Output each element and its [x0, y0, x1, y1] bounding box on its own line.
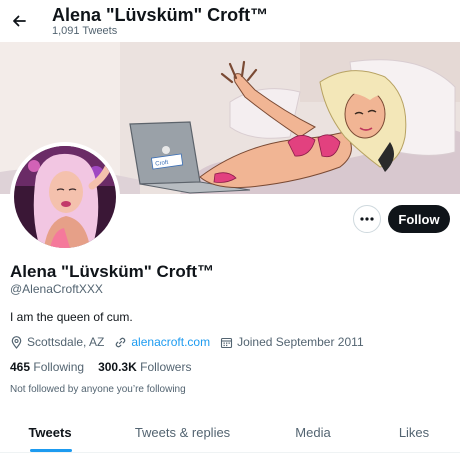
profile-avatar[interactable]	[10, 142, 120, 252]
more-options-button[interactable]	[353, 205, 381, 233]
tab-likes[interactable]: Likes	[370, 412, 458, 452]
calendar-icon	[221, 337, 233, 348]
website-link[interactable]: alenacroft.com	[131, 335, 210, 349]
joined-item: Joined September 2011	[220, 335, 364, 349]
header-title: Alena "Lüvsküm" Croft™	[52, 5, 269, 25]
followers-link[interactable]: 300.3K Followers	[98, 360, 191, 374]
not-followed-notice: Not followed by anyone you’re following	[10, 384, 186, 395]
tab-tweets-replies[interactable]: Tweets & replies	[110, 412, 255, 452]
following-link[interactable]: 465 Following	[10, 360, 84, 374]
location-item: Scottsdale, AZ	[10, 335, 104, 349]
following-count: 465	[10, 360, 31, 374]
arrow-left-icon	[13, 15, 26, 27]
website-item: alenacroft.com	[114, 335, 210, 349]
link-icon	[116, 337, 126, 347]
tab-tweets[interactable]: Tweets	[0, 412, 100, 452]
following-label: Following	[33, 360, 85, 374]
follow-button[interactable]: Follow	[388, 205, 450, 233]
profile-meta: Scottsdale, AZ alenacroft.com Joined Sep…	[10, 334, 374, 350]
profile-header-bar: Alena "Lüvsküm" Croft™ 1,091 Tweets	[0, 0, 460, 42]
profile-bio: I am the queen of cum.	[10, 310, 133, 324]
avatar-photo	[14, 146, 116, 248]
header-tweet-count: 1,091 Tweets	[52, 25, 118, 37]
followers-label: Followers	[140, 360, 192, 374]
location-pin-icon	[11, 335, 22, 349]
tab-media[interactable]: Media	[268, 412, 358, 452]
location-text: Scottsdale, AZ	[27, 335, 105, 349]
user-handle: @AlenaCroftXXX	[10, 282, 103, 296]
joined-text: Joined September 2011	[237, 335, 364, 349]
followers-count: 300.3K	[98, 360, 137, 374]
more-horizontal-icon	[360, 217, 374, 221]
follow-stats: 465 Following 300.3K Followers	[10, 360, 205, 374]
tabs-divider	[0, 452, 460, 453]
display-name: Alena "Lüvsküm" Croft™	[10, 262, 215, 281]
profile-tabs: Tweets Tweets & replies Media Likes	[0, 412, 460, 452]
back-button[interactable]	[6, 8, 32, 34]
